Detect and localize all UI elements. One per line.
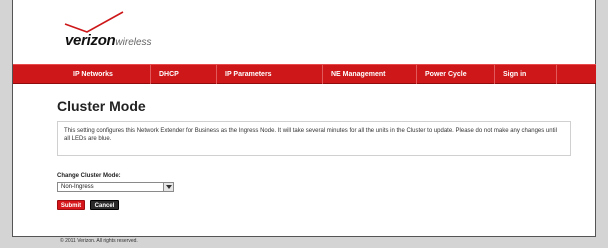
dropdown-arrow[interactable]: [163, 183, 173, 191]
nav-item-ne-management[interactable]: NE Management: [323, 65, 417, 84]
page-title: Cluster Mode: [57, 98, 146, 114]
logo-suffix: wireless: [115, 37, 152, 48]
top-nav: IP Networks DHCP IP Parameters NE Manage…: [13, 64, 596, 84]
nav-item-sign-in[interactable]: Sign in: [495, 65, 557, 84]
info-box: This setting configures this Network Ext…: [57, 121, 571, 156]
nav-item-ip-parameters[interactable]: IP Parameters: [217, 65, 323, 84]
verizon-logo: verizonwireless: [57, 10, 187, 54]
footer-copyright: © 2011 Verizon. All rights reserved.: [60, 238, 138, 244]
chevron-down-icon: [166, 185, 172, 189]
nav-item-dhcp[interactable]: DHCP: [151, 65, 217, 84]
checkmark-icon: [64, 11, 124, 33]
change-cluster-mode-label: Change Cluster Mode:: [57, 173, 121, 179]
logo-wordmark: verizon: [65, 32, 116, 49]
cluster-mode-select[interactable]: Non-Ingress: [57, 182, 174, 192]
cluster-mode-value: Non-Ingress: [61, 184, 94, 190]
content-card: verizonwireless IP Networks DHCP IP Para…: [12, 0, 596, 237]
nav-item-power-cycle[interactable]: Power Cycle: [417, 65, 495, 84]
info-text: This setting configures this Network Ext…: [64, 128, 557, 142]
page-frame: verizonwireless IP Networks DHCP IP Para…: [12, 0, 596, 248]
submit-button[interactable]: Submit: [57, 200, 85, 210]
cancel-button[interactable]: Cancel: [90, 200, 119, 210]
nav-item-ip-networks[interactable]: IP Networks: [65, 65, 151, 84]
